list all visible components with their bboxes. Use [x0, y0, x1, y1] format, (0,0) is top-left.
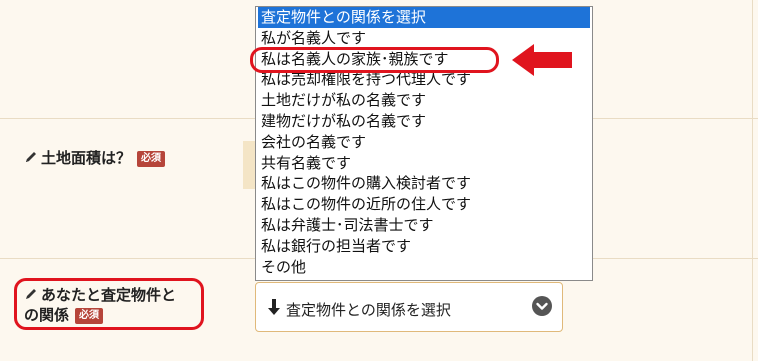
chevron-down-icon: [536, 302, 548, 310]
annotation-outline-option: [250, 47, 499, 73]
dropdown-option[interactable]: 建物だけが私の名義です: [258, 111, 590, 132]
relation-select-value: 査定物件との関係を選択: [286, 301, 451, 319]
arrow-down-icon: [268, 299, 280, 315]
dropdown-option[interactable]: 私はこの物件の購入検討者です: [258, 173, 590, 194]
land-area-label: 土地面積は？ 必須: [24, 147, 166, 168]
column-divider-right: [752, 0, 753, 361]
dropdown-option[interactable]: 私は銀行の担当者です: [258, 236, 590, 257]
dropdown-option[interactable]: 会社の名義です: [258, 132, 590, 153]
annotation-outline-label: [14, 278, 204, 330]
land-area-label-text: 土地面積は？: [41, 149, 132, 167]
dropdown-option[interactable]: その他: [258, 257, 590, 278]
dropdown-option[interactable]: 共有名義です: [258, 153, 590, 174]
pencil-icon: [26, 152, 36, 162]
relation-select[interactable]: 査定物件との関係を選択: [255, 282, 563, 332]
red-arrow-left-icon: [512, 44, 572, 76]
dropdown-option[interactable]: 私はこの物件の近所の住人です: [258, 194, 590, 215]
dropdown-option[interactable]: 私は弁護士･司法書士です: [258, 215, 590, 236]
chevron-down-circle-icon[interactable]: [532, 296, 552, 316]
dropdown-option[interactable]: 土地だけが私の名義です: [258, 90, 590, 111]
required-badge: 必須: [137, 151, 166, 167]
dropdown-option[interactable]: 査定物件との関係を選択: [258, 7, 590, 28]
